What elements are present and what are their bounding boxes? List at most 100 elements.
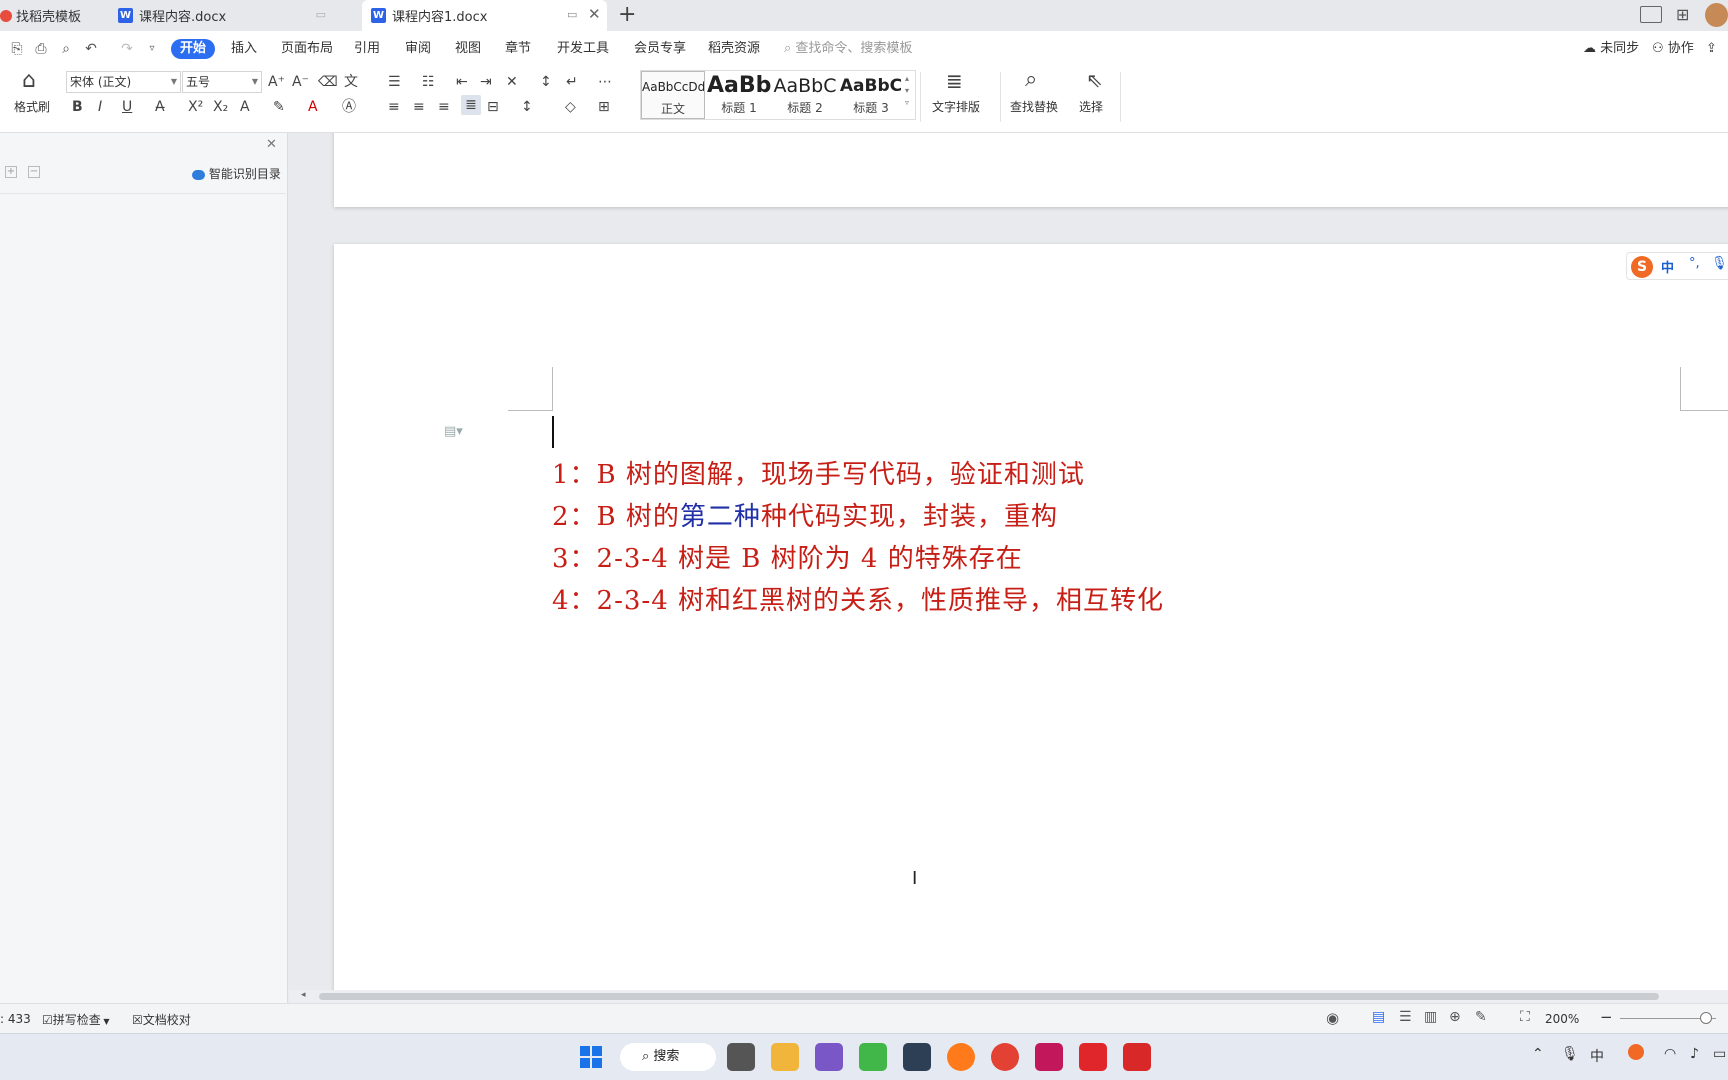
scroll-left-icon[interactable]: ◂ — [301, 990, 306, 1000]
chrome-icon[interactable] — [991, 1043, 1019, 1071]
paragraph-handle-icon[interactable]: ▤▾ — [444, 424, 463, 439]
cursor-select-icon[interactable]: ⇖ — [1086, 70, 1103, 90]
volume-icon[interactable]: ♪ — [1690, 1046, 1699, 1062]
document-page[interactable]: ▤▾ 1：B 树的图解，现场手写代码，验证和测试 2：B 树的第二种种代码实现，… — [334, 244, 1728, 990]
undo-icon[interactable]: ↶ — [82, 40, 100, 58]
find-icon[interactable]: ⌕ — [1025, 69, 1037, 91]
numbered-list-icon[interactable]: ☷ — [422, 72, 435, 92]
tab-pin-icon[interactable]: ▭ — [316, 8, 326, 21]
format-painter-icon[interactable]: ⌂ — [22, 70, 36, 92]
menu-chapter[interactable]: 章节 — [505, 39, 531, 59]
char-border-icon[interactable]: Ⓐ — [342, 97, 356, 117]
menu-review[interactable]: 审阅 — [405, 39, 431, 59]
ime-toolbar[interactable]: S 中 °, 🎙 — [1626, 252, 1728, 280]
list-item[interactable]: 2：B 树的第二种种代码实现，封装，重构 — [552, 496, 1058, 533]
taskbar-search[interactable]: ⌕ 搜索 — [620, 1043, 716, 1071]
menu-view[interactable]: 视图 — [455, 39, 481, 59]
zoom-level[interactable]: 200% — [1545, 1012, 1579, 1026]
shrink-font-icon[interactable]: A⁻ — [292, 72, 309, 92]
collab-button[interactable]: ⚇ 协作 — [1652, 39, 1694, 59]
highlight-icon[interactable]: ✎ — [273, 97, 285, 117]
font-color-icon[interactable]: A — [308, 97, 318, 117]
share-icon[interactable]: ⇪ — [1706, 39, 1717, 59]
command-search[interactable]: ⌕ 查找命令、搜索模板 — [784, 39, 912, 59]
spell-check-button[interactable]: ☑拼写检查 ▼ — [42, 1011, 109, 1028]
list-item[interactable]: 4：2-3-4 树和红黑树的关系，性质推导，相互转化 — [552, 580, 1164, 617]
page-view-icon[interactable]: ▤ — [1372, 1009, 1385, 1025]
menu-developer[interactable]: 开发工具 — [557, 39, 609, 59]
italic-icon[interactable]: I — [98, 97, 102, 117]
horizontal-scrollbar[interactable]: ◂ — [289, 990, 1728, 1003]
menu-member[interactable]: 会员专享 — [634, 39, 686, 59]
list-item[interactable]: 1：B 树的图解，现场手写代码，验证和测试 — [552, 454, 1085, 491]
battery-icon[interactable]: ▭ — [1713, 1046, 1726, 1062]
wps-icon[interactable] — [1079, 1043, 1107, 1071]
phonetic-icon[interactable]: 文 — [344, 72, 358, 92]
print-preview-icon[interactable]: ⌕ — [57, 40, 75, 58]
ime-mode[interactable]: 中 — [1661, 257, 1674, 276]
mic-icon[interactable]: 🎙 — [1711, 256, 1728, 271]
collapse-all-icon[interactable]: − — [28, 166, 40, 178]
punct-icon[interactable]: °, — [1689, 256, 1700, 271]
strikethrough-icon[interactable]: A̶ — [155, 97, 165, 117]
format-painter-label[interactable]: 格式刷 — [14, 97, 50, 117]
close-tab-icon[interactable]: ✕ — [588, 5, 601, 23]
increase-indent-icon[interactable]: ⇥ — [480, 72, 492, 92]
fit-page-icon[interactable]: ⛶ — [1520, 1009, 1530, 1025]
bold-icon[interactable]: B — [72, 97, 83, 117]
jetbrains-icon[interactable] — [1035, 1043, 1063, 1071]
smart-toc-button[interactable]: 智能识别目录 — [192, 165, 281, 182]
file-explorer-icon[interactable] — [771, 1043, 799, 1071]
style-scroll-icon[interactable]: ▴ ▾ ▿ — [905, 73, 909, 109]
style-normal[interactable]: AaBbCcDd 正文 — [641, 71, 705, 119]
eye-protection-icon[interactable]: ◉ — [1326, 1009, 1339, 1027]
distribute-icon[interactable]: ⊟ — [487, 97, 499, 117]
zoom-out-icon[interactable]: − — [1600, 1008, 1613, 1026]
redo-icon[interactable]: ↷ — [118, 40, 136, 58]
screen-recorder-icon[interactable] — [1123, 1043, 1151, 1071]
menu-page-layout[interactable]: 页面布局 — [281, 39, 333, 59]
task-view-icon[interactable] — [727, 1043, 755, 1071]
visual-studio-icon[interactable] — [815, 1043, 843, 1071]
sort-icon[interactable]: ↕ — [540, 72, 552, 92]
border-icon[interactable]: ⊞ — [598, 97, 610, 117]
font-family-select[interactable]: 宋体 (正文) ▼ — [66, 71, 181, 93]
line-spacing-icon[interactable]: ↕ — [521, 97, 533, 117]
tab-template-store[interactable]: 找稻壳模板 — [0, 0, 108, 31]
shading-icon[interactable]: ◇ — [565, 97, 576, 117]
align-center-icon[interactable]: ≡ — [413, 97, 425, 117]
text-effect-icon[interactable]: A — [240, 97, 250, 117]
style-heading-3[interactable]: AaBbC 标题 3 — [839, 71, 903, 119]
avatar[interactable] — [1705, 3, 1728, 27]
show-marks-icon[interactable]: ↵ — [566, 72, 578, 92]
justify-icon[interactable]: ≣ — [461, 95, 481, 115]
text-layout-label[interactable]: 文字排版 — [932, 97, 980, 117]
subscript-icon[interactable]: X₂ — [213, 97, 228, 117]
menu-daoke-resources[interactable]: 稻壳资源 — [708, 39, 760, 59]
outline-view-icon[interactable]: ☰ — [1399, 1009, 1412, 1025]
grow-font-icon[interactable]: A⁺ — [268, 72, 285, 92]
sync-status[interactable]: ☁ 未同步 — [1583, 39, 1639, 59]
input-method-icon[interactable]: 中 — [1590, 1046, 1604, 1066]
superscript-icon[interactable]: X² — [188, 97, 203, 117]
tab-course-content-1[interactable]: W 课程内容1.docx ▭ ✕ — [362, 0, 607, 31]
reading-view-icon[interactable]: ▥ — [1424, 1009, 1437, 1025]
word-count[interactable]: : 433 — [0, 1012, 31, 1026]
list-item[interactable]: 3：2-3-4 树是 B 树阶为 4 的特殊存在 — [552, 538, 1023, 575]
virtualbox-icon[interactable] — [903, 1043, 931, 1071]
customize-icon[interactable]: ▿ — [143, 40, 161, 58]
align-right-icon[interactable]: ≡ — [438, 97, 450, 117]
menu-references[interactable]: 引用 — [354, 39, 380, 59]
web-view-icon[interactable]: ⊕ — [1449, 1009, 1461, 1025]
style-heading-1[interactable]: AaBb 标题 1 — [707, 71, 771, 119]
text-layout-icon[interactable]: ≣ — [946, 71, 963, 91]
sogou-tray-icon[interactable] — [1628, 1044, 1644, 1060]
table-grid-icon[interactable]: ⋯ — [598, 72, 612, 92]
new-tab-icon[interactable]: + — [618, 3, 636, 27]
tray-expand-icon[interactable]: ⌃ — [1532, 1046, 1544, 1062]
doc-proof-button[interactable]: ☒文档校对 — [132, 1011, 191, 1028]
select-label[interactable]: 选择 — [1079, 97, 1103, 117]
scrollbar-thumb[interactable] — [319, 993, 1659, 1000]
chinese-layout-icon[interactable]: ✕ — [506, 72, 518, 92]
qt-creator-icon[interactable] — [859, 1043, 887, 1071]
